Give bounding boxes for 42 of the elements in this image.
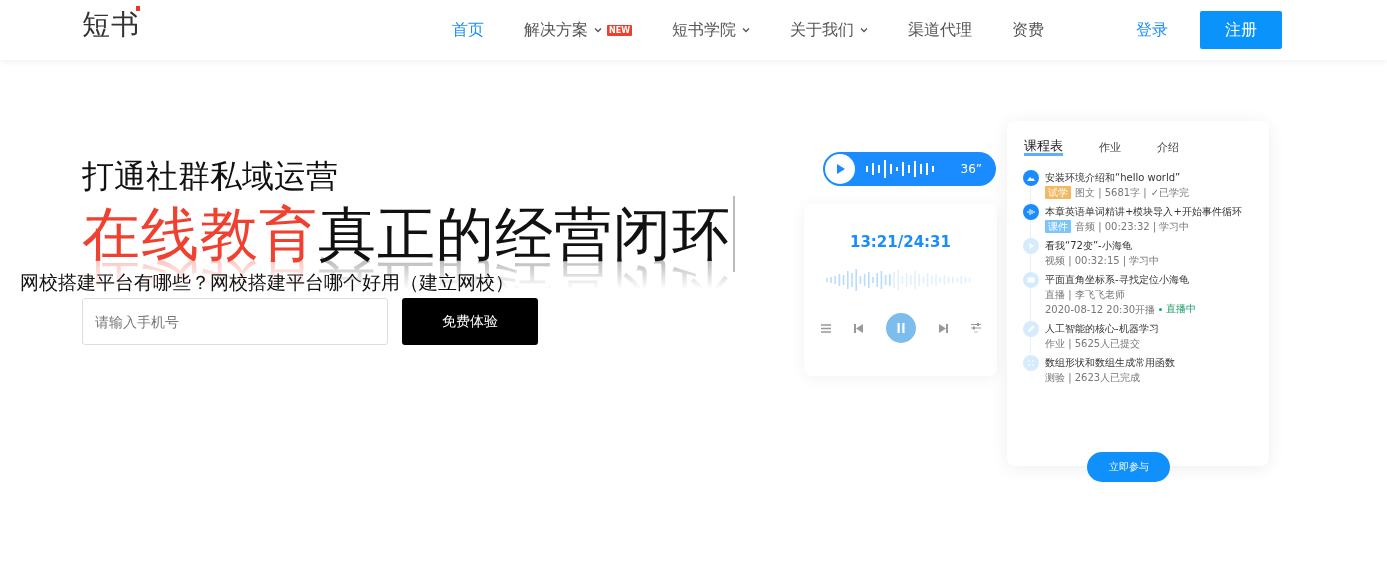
nav-link[interactable]: 渠道代理 [908,19,972,41]
pause-icon[interactable] [885,313,916,343]
lesson-title[interactable]: 看我“72变”-小海龟 [1045,238,1160,253]
free-trial-button[interactable]: 免费体验 [402,298,538,345]
lesson-meta: 直播 | 李飞飞老师 [1045,288,1125,301]
duration-text: 36” [960,162,982,176]
nav-link[interactable]: 资费 [1012,19,1044,41]
hero-subtitle: 打通社群私域运营 [82,156,338,196]
play-icon[interactable] [825,154,855,184]
live-status: 直播中 [1166,302,1197,316]
article-title: 网校搭建平台有哪些？网校搭建平台哪个好用（建立网校） [20,270,514,295]
login-link[interactable]: 登录 [1136,19,1168,41]
course-tab[interactable]: 作业 [1099,140,1121,156]
lesson-meta: 作业 | 5625人已提交 [1045,337,1141,350]
nav-link[interactable]: 短书学院 [672,19,736,41]
lesson-meta: 视频 | 00:32:15 | 学习中 [1045,254,1160,267]
lesson-title[interactable]: 安装环境介绍和“hello world” [1045,170,1190,185]
playback-time: 13:21/24:31 [850,233,951,251]
lesson-meta: 测验 | 2623人已完成 [1045,371,1141,384]
course-tab[interactable]: 介绍 [1157,140,1179,156]
lesson-tag: 试学 [1045,186,1071,199]
list-icon[interactable] [820,323,831,333]
lesson-title[interactable]: 人工智能的核心-机器学习 [1045,321,1159,336]
lesson-title[interactable]: 平面直角坐标系-寻找定位小海龟 [1045,272,1197,287]
phone-input[interactable]: 请输入手机号 [82,298,388,345]
new-badge: NEW [607,24,632,36]
lesson-status: ✓已学完 [1150,186,1190,199]
lesson-tag: 课件 [1045,220,1071,233]
nav-link[interactable]: 解决方案 [524,19,588,41]
live-dot [1159,307,1163,311]
hero-title: 在线教育真正的经营闭环 [82,202,731,266]
lesson-meta: 图文 | 5681字 | [1075,186,1147,199]
lesson-title[interactable]: 数组形状和数组生成常用函数 [1045,355,1175,370]
next-icon[interactable] [938,323,948,333]
course-tab[interactable]: 课程表 [1024,140,1063,156]
settings-icon[interactable] [970,322,981,334]
lesson-meta: 音频 | 00:23:32 | 学习中 [1075,220,1190,233]
logo[interactable]: 短书 [82,6,140,44]
nav-link[interactable]: 关于我们 [790,19,854,41]
lesson-schedule: 2020-08-12 20:30开播 [1045,302,1156,316]
previous-icon[interactable] [853,323,863,333]
lesson-title[interactable]: 本章英语单词精讲+模块导入+开始事件循环 [1045,204,1242,219]
